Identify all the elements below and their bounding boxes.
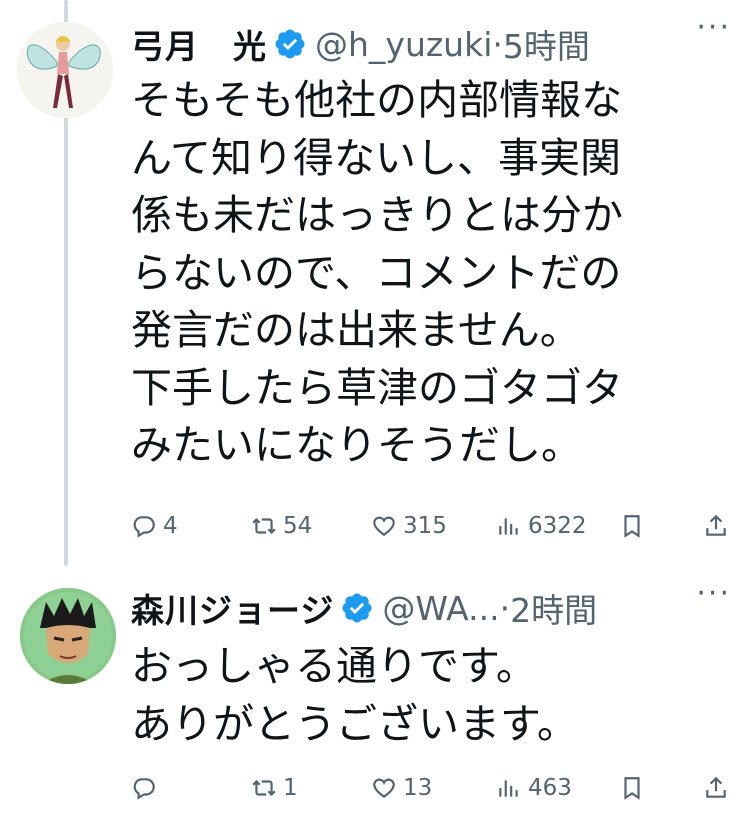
views-icon (499, 780, 518, 797)
retweet-icon (252, 779, 276, 797)
retweet-button[interactable]: 54 (251, 513, 312, 539)
like-count: 315 (403, 513, 447, 539)
separator: · (492, 24, 503, 64)
handle[interactable]: @WA... (382, 589, 499, 628)
retweet-button[interactable]: 1 (251, 775, 298, 801)
share-icon (706, 514, 726, 536)
share-icon (706, 776, 726, 798)
views-button[interactable]: 6322 (496, 513, 587, 539)
tweet-header: 森川ジョージ @WA... · 2時間 (131, 584, 735, 632)
tweet-text: そもそも他社の内部情報な んて知り得ないし、事実関 係も未だはっきりとは分か ら… (131, 76, 623, 469)
bookmark-button[interactable] (619, 513, 651, 539)
avatar[interactable] (17, 22, 113, 118)
reply-button[interactable]: 4 (131, 513, 178, 539)
like-icon (373, 516, 395, 536)
display-name[interactable]: 弓月 光 (131, 20, 267, 68)
verified-badge-icon (342, 593, 372, 623)
timestamp[interactable]: 2時間 (510, 584, 597, 632)
tweet[interactable]: 森川ジョージ @WA... · 2時間 ··· おっしゃる通りです。 ありがとう… (0, 566, 749, 830)
tweet-header: 弓月 光 @h_yuzuki · 5時間 (131, 20, 735, 68)
action-bar: 1 13 463 (131, 768, 733, 808)
action-bar: 4 54 315 6322 (131, 506, 733, 546)
more-icon[interactable]: ··· (696, 576, 731, 611)
share-button[interactable] (703, 513, 735, 539)
more-icon[interactable]: ··· (696, 10, 731, 45)
retweet-icon (252, 517, 276, 535)
tweet[interactable]: 弓月 光 @h_yuzuki · 5時間 ··· そもそも他社の内部情報な んて… (0, 0, 749, 566)
bookmark-icon (624, 515, 640, 538)
reply-count: 4 (163, 513, 178, 539)
avatar[interactable] (20, 588, 116, 684)
view-count: 463 (528, 775, 572, 801)
bookmark-button[interactable] (619, 775, 651, 801)
display-name[interactable]: 森川ジョージ (131, 584, 334, 632)
handle[interactable]: @h_yuzuki (315, 25, 492, 64)
reply-button[interactable] (131, 775, 163, 801)
like-button[interactable]: 13 (371, 775, 432, 801)
retweet-count: 1 (283, 775, 298, 801)
share-button[interactable] (703, 775, 735, 801)
separator: · (499, 588, 511, 628)
retweet-count: 54 (283, 513, 313, 539)
like-icon (373, 778, 395, 798)
like-count: 13 (403, 775, 433, 801)
views-button[interactable]: 463 (496, 775, 572, 801)
bookmark-icon (624, 777, 640, 800)
tweet-text: おっしゃる通りです。 ありがとうございます。 (131, 642, 578, 748)
views-icon (499, 518, 518, 535)
timestamp[interactable]: 5時間 (503, 20, 590, 68)
view-count: 6322 (528, 513, 587, 539)
verified-badge-icon (275, 29, 305, 59)
reply-icon (133, 516, 155, 538)
reply-icon (133, 778, 155, 800)
like-button[interactable]: 315 (371, 513, 447, 539)
